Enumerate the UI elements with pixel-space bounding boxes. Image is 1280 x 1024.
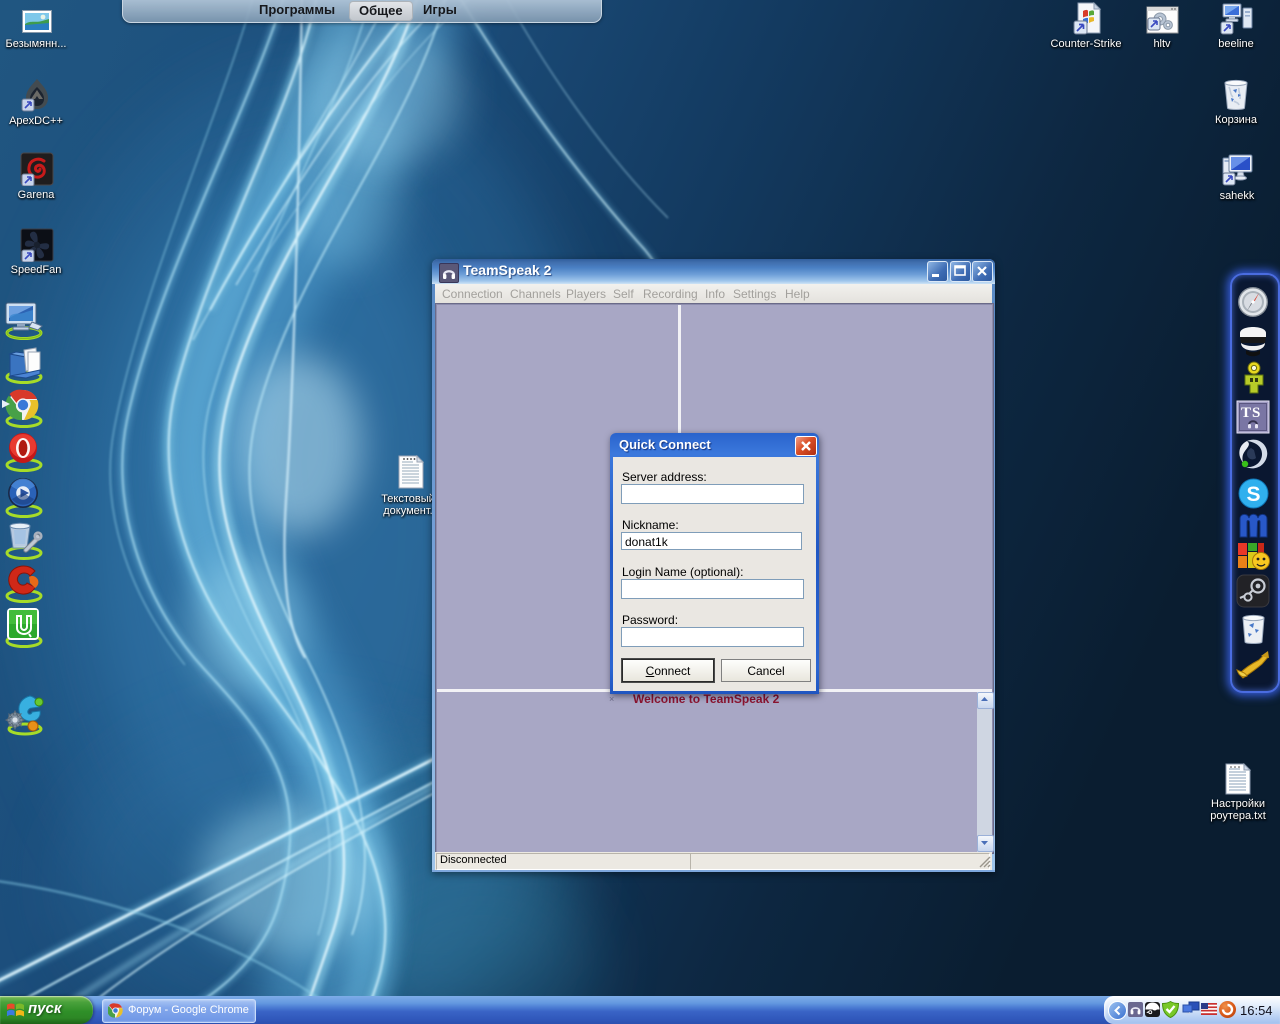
svg-text:T: T	[1241, 405, 1251, 421]
svg-text:S: S	[1252, 405, 1260, 421]
svg-text:S: S	[1247, 483, 1261, 506]
